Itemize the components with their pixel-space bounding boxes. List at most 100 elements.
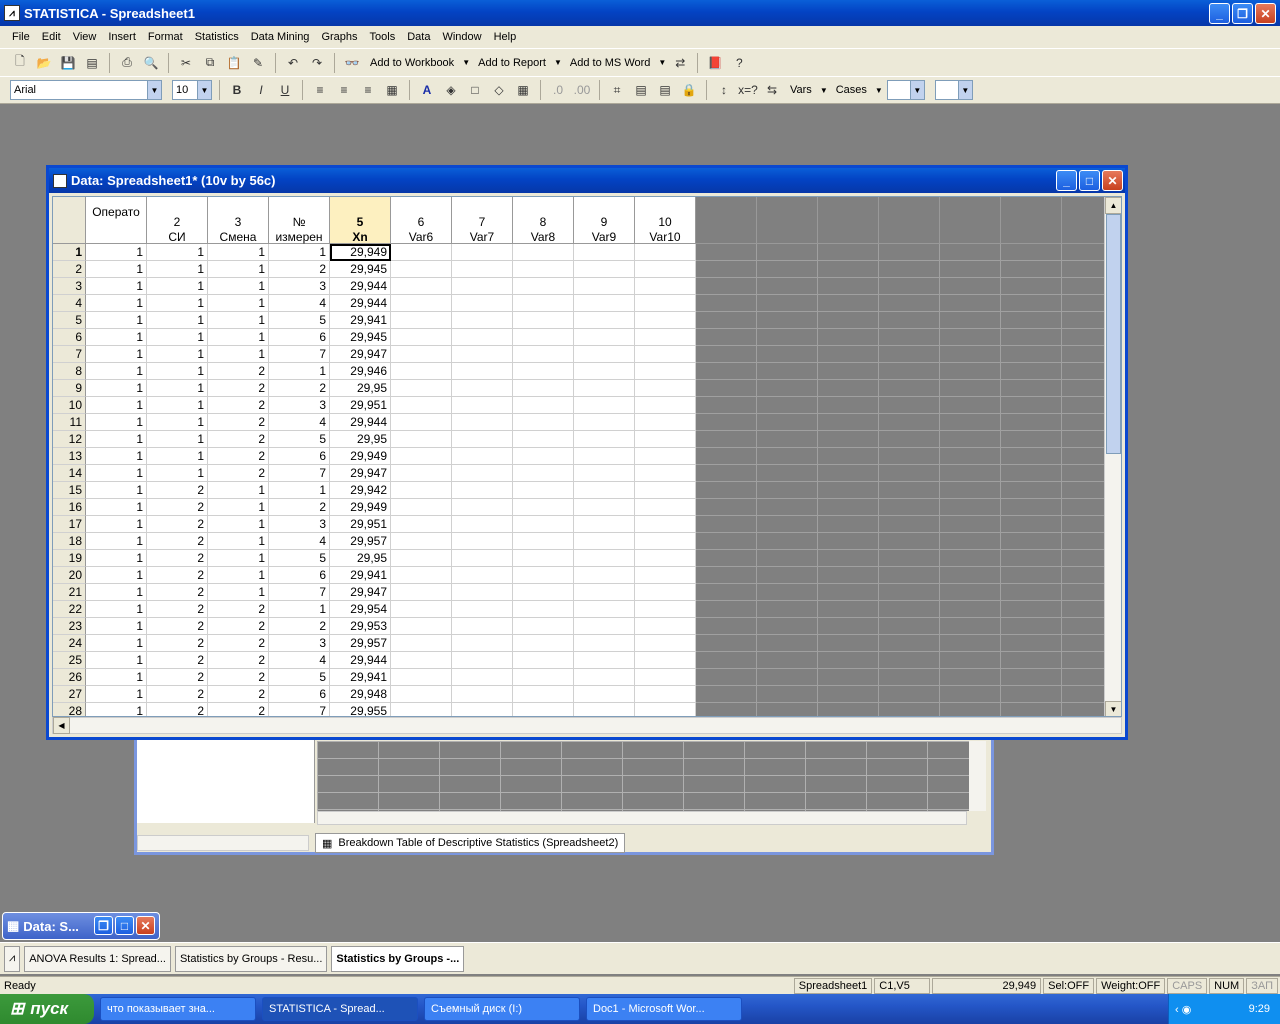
table-cell[interactable] <box>452 431 513 448</box>
table-cell[interactable] <box>391 414 452 431</box>
table-cell[interactable] <box>391 295 452 312</box>
table-cell[interactable]: 1 <box>147 278 208 295</box>
table-cell[interactable]: 1 <box>86 669 147 686</box>
table-cell[interactable] <box>452 295 513 312</box>
table-cell[interactable] <box>574 686 635 703</box>
table-cell[interactable]: 29,944 <box>330 652 391 669</box>
table-cell[interactable] <box>391 550 452 567</box>
table-cell[interactable]: 2 <box>208 652 269 669</box>
fill-color-icon[interactable]: ◈ <box>441 80 461 100</box>
table-cell[interactable] <box>452 703 513 716</box>
scroll-down-icon[interactable]: ▼ <box>1105 701 1121 716</box>
table-cell[interactable] <box>574 244 635 261</box>
vertical-scrollbar[interactable] <box>969 741 986 811</box>
copy-icon[interactable]: ⧉ <box>200 53 220 73</box>
table-cell[interactable]: 2 <box>208 686 269 703</box>
column-header[interactable]: 6 Var6 <box>391 197 452 244</box>
table-cell[interactable] <box>635 601 696 618</box>
vertical-scrollbar[interactable]: ▲ ▼ <box>1104 197 1121 716</box>
row-header[interactable]: 28 <box>53 703 86 716</box>
spreadsheet-icon[interactable]: ▤ <box>631 80 651 100</box>
table-cell[interactable] <box>513 652 574 669</box>
table-cell[interactable]: 6 <box>269 567 330 584</box>
table-cell[interactable]: 6 <box>269 448 330 465</box>
table-cell[interactable]: 1 <box>86 465 147 482</box>
table-cell[interactable] <box>513 635 574 652</box>
table-cell[interactable] <box>452 380 513 397</box>
table-cell[interactable] <box>391 652 452 669</box>
table-cell[interactable] <box>391 448 452 465</box>
table-cell[interactable] <box>391 397 452 414</box>
table-cell[interactable] <box>513 380 574 397</box>
align-left-icon[interactable]: ≡ <box>310 80 330 100</box>
table-cell[interactable] <box>452 397 513 414</box>
table-cell[interactable] <box>513 516 574 533</box>
table-cell[interactable]: 2 <box>269 380 330 397</box>
table-cell[interactable]: 5 <box>269 312 330 329</box>
table-cell[interactable] <box>452 686 513 703</box>
table-cell[interactable] <box>391 516 452 533</box>
table-cell[interactable] <box>574 652 635 669</box>
table-cell[interactable]: 29,948 <box>330 686 391 703</box>
table-cell[interactable]: 29,941 <box>330 312 391 329</box>
table-cell[interactable]: 1 <box>86 567 147 584</box>
table-cell[interactable] <box>391 312 452 329</box>
table-cell[interactable]: 2 <box>208 431 269 448</box>
table-cell[interactable] <box>574 601 635 618</box>
row-header[interactable]: 27 <box>53 686 86 703</box>
table-cell[interactable]: 1 <box>208 550 269 567</box>
row-header[interactable]: 17 <box>53 516 86 533</box>
table-cell[interactable] <box>391 499 452 516</box>
table-cell[interactable] <box>513 584 574 601</box>
row-header[interactable]: 20 <box>53 567 86 584</box>
table-cell[interactable]: 1 <box>208 278 269 295</box>
table-cell[interactable]: 2 <box>208 414 269 431</box>
task-statistics-groups[interactable]: Statistics by Groups -... <box>331 945 465 972</box>
scroll-thumb[interactable] <box>1106 214 1121 454</box>
table-cell[interactable] <box>513 499 574 516</box>
table-cell[interactable]: 4 <box>269 295 330 312</box>
table-cell[interactable]: 29,944 <box>330 414 391 431</box>
table-cell[interactable] <box>574 329 635 346</box>
cases-button[interactable]: Cases <box>832 84 871 96</box>
table-cell[interactable]: 1 <box>86 448 147 465</box>
font-select[interactable]: Arial ▼ <box>10 80 162 100</box>
column-header[interactable]: 5 Xn <box>330 197 391 244</box>
table-cell[interactable] <box>574 567 635 584</box>
table-cell[interactable]: 2 <box>208 669 269 686</box>
table-cell[interactable]: 1 <box>86 312 147 329</box>
font-size-select[interactable]: 10 ▼ <box>172 80 212 100</box>
table-cell[interactable]: 1 <box>208 516 269 533</box>
link-icon[interactable]: ⇄ <box>670 53 690 73</box>
row-header[interactable]: 12 <box>53 431 86 448</box>
table-cell[interactable] <box>391 346 452 363</box>
task-anova-results[interactable]: ANOVA Results 1: Spread... <box>24 945 171 972</box>
table-cell[interactable] <box>513 533 574 550</box>
close-button[interactable]: ✕ <box>1255 3 1276 24</box>
table-cell[interactable] <box>391 329 452 346</box>
table-cell[interactable]: 3 <box>269 397 330 414</box>
table-cell[interactable] <box>513 312 574 329</box>
table-cell[interactable] <box>635 244 696 261</box>
row-header[interactable]: 2 <box>53 261 86 278</box>
table-cell[interactable] <box>574 448 635 465</box>
table-cell[interactable]: 1 <box>86 618 147 635</box>
menu-data-mining[interactable]: Data Mining <box>251 31 310 43</box>
table-cell[interactable] <box>452 550 513 567</box>
menu-insert[interactable]: Insert <box>108 31 136 43</box>
table-cell[interactable] <box>452 635 513 652</box>
table-cell[interactable]: 7 <box>269 584 330 601</box>
table-cell[interactable] <box>391 244 452 261</box>
table-cell[interactable] <box>574 499 635 516</box>
table-cell[interactable] <box>452 465 513 482</box>
table-cell[interactable] <box>574 550 635 567</box>
table-cell[interactable]: 29,941 <box>330 669 391 686</box>
task-statistics-groups-results[interactable]: Statistics by Groups - Resu... <box>174 945 328 972</box>
table-cell[interactable]: 29,95 <box>330 380 391 397</box>
column-header[interactable]: 9 Var9 <box>574 197 635 244</box>
table-cell[interactable] <box>635 533 696 550</box>
lock-icon[interactable]: 🔒 <box>679 80 699 100</box>
table-cell[interactable] <box>574 261 635 278</box>
table-cell[interactable]: 1 <box>147 261 208 278</box>
print-icon[interactable]: ⎙ <box>117 53 137 73</box>
